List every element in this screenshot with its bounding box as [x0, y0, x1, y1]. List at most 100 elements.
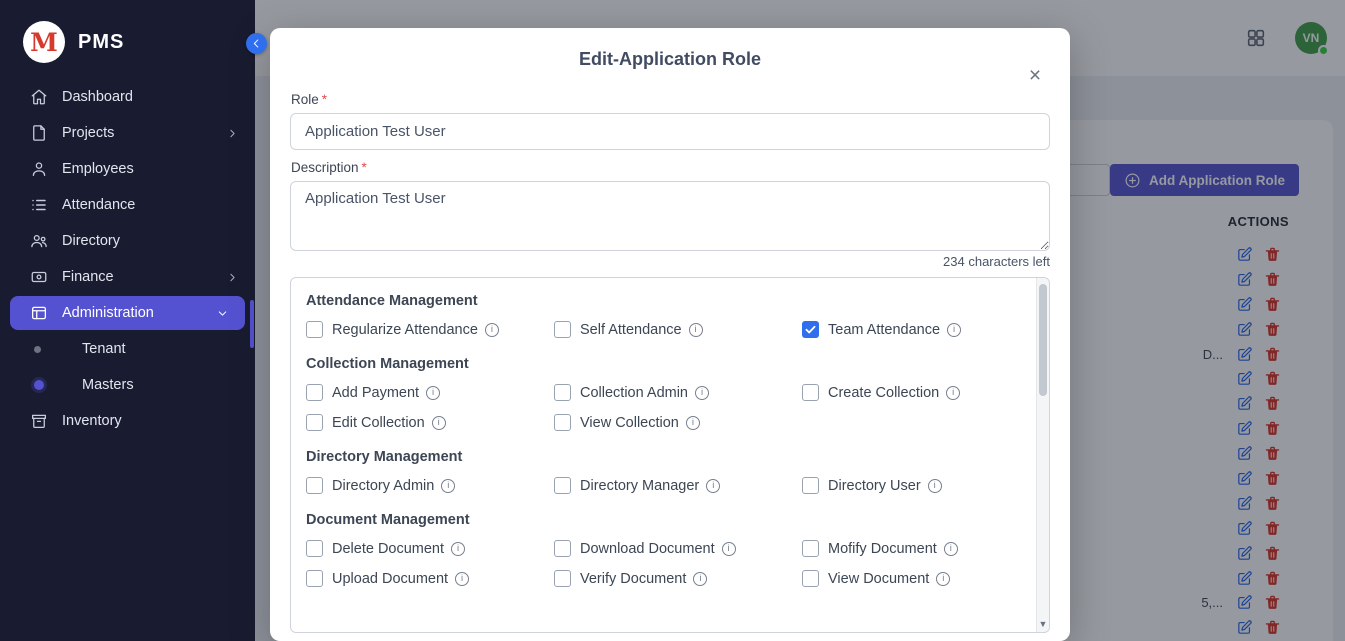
bullet-icon [34, 380, 44, 390]
app-name: PMS [78, 31, 124, 54]
info-icon[interactable] [695, 386, 709, 400]
info-icon[interactable] [689, 323, 703, 337]
logo-letter: M [30, 28, 58, 57]
info-icon[interactable] [706, 479, 720, 493]
checkbox[interactable] [554, 321, 571, 338]
permission-label: Add Payment [332, 385, 419, 401]
checkbox[interactable] [306, 540, 323, 557]
permissions-scrollbar[interactable] [1036, 278, 1049, 632]
permission-checkbox-item[interactable]: View Collection [554, 414, 802, 431]
sidebar-item-label: Dashboard [62, 89, 133, 105]
sidebar-item-inventory[interactable]: Inventory [0, 403, 255, 439]
sidebar-collapse-button[interactable] [246, 33, 267, 54]
permission-checkbox-item[interactable]: Add Payment [306, 384, 554, 401]
checkbox[interactable] [554, 540, 571, 557]
info-icon[interactable] [944, 542, 958, 556]
permission-checkbox-item[interactable]: Directory Admin [306, 477, 554, 494]
permission-label: Directory User [828, 478, 921, 494]
checkbox[interactable] [554, 384, 571, 401]
info-icon[interactable] [432, 416, 446, 430]
checkbox[interactable] [802, 321, 819, 338]
permission-checkbox-item[interactable]: Regularize Attendance [306, 321, 554, 338]
sidebar-item-attendance[interactable]: Attendance [0, 187, 255, 223]
sidebar-item-dashboard[interactable]: Dashboard [0, 79, 255, 115]
checkbox[interactable] [306, 414, 323, 431]
checkbox[interactable] [306, 570, 323, 587]
permission-checkbox-item[interactable]: Self Attendance [554, 321, 802, 338]
sidebar-nav: Dashboard Projects Employees Attendance Dire… [0, 79, 255, 439]
checkbox[interactable] [554, 477, 571, 494]
checkbox[interactable] [802, 384, 819, 401]
checkbox[interactable] [306, 477, 323, 494]
permission-label: Directory Manager [580, 478, 699, 494]
sidebar-item-label: Administration [62, 305, 154, 321]
info-icon[interactable] [485, 323, 499, 337]
checkbox[interactable] [802, 540, 819, 557]
scrollbar-down-arrow-icon[interactable] [1037, 619, 1049, 629]
checkbox[interactable] [306, 384, 323, 401]
sidebar-item-administration[interactable]: Administration [10, 296, 245, 330]
sidebar-scrollbar-thumb[interactable] [250, 300, 254, 348]
chevron-left-icon [250, 37, 263, 50]
employees-icon [30, 160, 48, 178]
info-icon[interactable] [936, 572, 950, 586]
permission-checkbox-item[interactable]: Directory Manager [554, 477, 802, 494]
scrollbar-thumb[interactable] [1039, 284, 1047, 396]
checkbox[interactable] [802, 570, 819, 587]
permission-label: Collection Admin [580, 385, 688, 401]
permission-checkbox-item[interactable]: Upload Document [306, 570, 554, 587]
permission-label: Edit Collection [332, 415, 425, 431]
sidebar-item-directory[interactable]: Directory [0, 223, 255, 259]
permission-checkbox-item[interactable]: Download Document [554, 540, 802, 557]
description-textarea[interactable]: Application Test User [290, 181, 1050, 251]
sidebar-item-tenant[interactable]: Tenant [0, 331, 255, 367]
sidebar-item-label: Inventory [62, 413, 122, 429]
characters-left-counter: 234 characters left [290, 254, 1050, 269]
info-icon[interactable] [441, 479, 455, 493]
info-icon[interactable] [693, 572, 707, 586]
checkbox[interactable] [554, 414, 571, 431]
info-icon[interactable] [686, 416, 700, 430]
permission-label: Delete Document [332, 541, 444, 557]
info-icon[interactable] [426, 386, 440, 400]
info-icon[interactable] [946, 386, 960, 400]
attendance-icon [30, 196, 48, 214]
checkbox[interactable] [306, 321, 323, 338]
logo-icon: M [23, 21, 65, 63]
permission-checkbox-item[interactable]: Create Collection [802, 384, 1019, 401]
chevron-right-icon [226, 127, 239, 140]
sidebar-item-label: Masters [82, 377, 134, 393]
permission-group: Attendance ManagementRegularize Attendan… [306, 293, 1019, 338]
sidebar-item-label: Finance [62, 269, 114, 285]
sidebar-item-finance[interactable]: Finance [0, 259, 255, 295]
sidebar-item-label: Employees [62, 161, 134, 177]
checkbox[interactable] [554, 570, 571, 587]
permission-label: Regularize Attendance [332, 322, 478, 338]
sidebar-item-employees[interactable]: Employees [0, 151, 255, 187]
permission-checkbox-item[interactable]: Mofify Document [802, 540, 1019, 557]
info-icon[interactable] [451, 542, 465, 556]
permission-checkbox-item[interactable]: Delete Document [306, 540, 554, 557]
permission-checkbox-item[interactable]: View Document [802, 570, 1019, 587]
home-icon [30, 88, 48, 106]
app-logo: M PMS [0, 0, 255, 79]
close-icon[interactable]: × [1022, 62, 1048, 88]
permission-label: Verify Document [580, 571, 686, 587]
sidebar-item-projects[interactable]: Projects [0, 115, 255, 151]
sidebar: M PMS Dashboard Projects Employees Attendan… [0, 0, 255, 641]
permission-checkbox-item[interactable]: Collection Admin [554, 384, 802, 401]
permission-groups: Attendance ManagementRegularize Attendan… [306, 293, 1019, 587]
sidebar-item-masters[interactable]: Masters [0, 367, 255, 403]
edit-application-role-modal: Edit-Application Role × Role* Descriptio… [270, 28, 1070, 641]
info-icon[interactable] [947, 323, 961, 337]
info-icon[interactable] [722, 542, 736, 556]
permission-checkbox-item[interactable]: Team Attendance [802, 321, 1019, 338]
info-icon[interactable] [455, 572, 469, 586]
permission-checkbox-item[interactable]: Directory User [802, 477, 1019, 494]
role-input[interactable] [290, 113, 1050, 150]
info-icon[interactable] [928, 479, 942, 493]
permission-checkbox-item[interactable]: Verify Document [554, 570, 802, 587]
permission-checkbox-item[interactable]: Edit Collection [306, 414, 554, 431]
checkbox[interactable] [802, 477, 819, 494]
sidebar-item-label: Attendance [62, 197, 135, 213]
